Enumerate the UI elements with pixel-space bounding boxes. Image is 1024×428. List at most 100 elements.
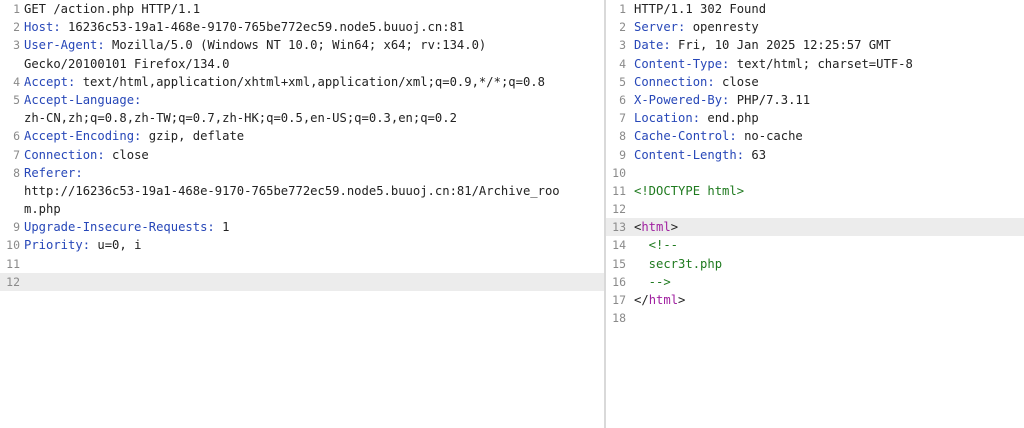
header-name: Date: [634,38,671,53]
header-name: Priority: [24,238,91,253]
line-content: Priority: u=0, i [24,236,598,254]
line-number: 7 [13,147,20,162]
line-number: 3 [619,38,626,53]
response-line[interactable]: 5 Connection: close [606,73,1024,91]
line-number: 12 [6,274,20,289]
line-number: 17 [612,293,626,307]
line-content: Connection: close [634,73,1018,91]
response-line[interactable]: 6 X-Powered-By: PHP/7.3.11 [606,91,1024,109]
line-content: GET /action.php HTTP/1.1 [24,0,598,18]
line-number: 3 [13,38,20,53]
line-number: 4 [13,74,20,89]
header-value: <!-- [634,238,679,253]
line-content: <html> [634,218,1018,236]
tag-bracket: </ [634,293,649,307]
request-line[interactable]: 5 Accept-Language: [0,91,604,109]
line-number: 6 [619,92,626,107]
request-line[interactable]: m.php [0,200,604,218]
request-line[interactable]: 8 Referer: [0,164,604,182]
request-line[interactable]: zh-CN,zh;q=0.8,zh-TW;q=0.7,zh-HK;q=0.5,e… [0,109,604,127]
header-value: 63 [744,147,767,162]
header-value: </html> [634,293,685,307]
request-line[interactable]: 3 User-Agent: Mozilla/5.0 (Windows NT 10.… [0,36,604,54]
request-line[interactable]: 9 Upgrade-Insecure-Requests: 1 [0,218,604,236]
request-editor[interactable]: 1 GET /action.php HTTP/1.1 2 Host: 16236c53… [0,0,604,428]
line-number: 2 [619,20,626,35]
header-value: text/html,application/xhtml+xml,applicat… [75,74,545,89]
response-line[interactable]: 13 <html> [606,218,1024,237]
request-line[interactable]: 12 [0,272,604,291]
response-line[interactable]: 11 <!DOCTYPE html> [606,182,1024,200]
request-line[interactable]: 7 Connection: close [0,146,604,164]
response-line[interactable]: 10 [606,164,1024,182]
header-name: Content-Length: [634,147,745,162]
header-value: secr3t.php [634,256,723,271]
header-value: zh-CN,zh;q=0.8,zh-TW;q=0.7,zh-HK;q=0.5,e… [24,111,457,126]
line-number: 18 [612,311,626,326]
response-line[interactable]: 16 --> [606,273,1024,291]
line-content: Connection: close [24,146,598,164]
response-line[interactable]: 15 secr3t.php [606,255,1024,273]
response-line[interactable]: 1 HTTP/1.1 302 Found [606,0,1024,18]
line-number: 8 [619,129,626,144]
request-line[interactable]: 1 GET /action.php HTTP/1.1 [0,0,604,18]
response-line[interactable]: 12 [606,200,1024,218]
header-value: <!DOCTYPE html> [634,183,745,198]
header-name: Accept-Language: [24,92,142,107]
header-name: Content-Type: [634,56,730,71]
line-number: 1 [619,2,626,16]
header-name: Location: [634,111,701,126]
line-content: Location: end.php [634,109,1018,127]
header-value: text/html; charset=UTF-8 [729,56,913,71]
line-content: X-Powered-By: PHP/7.3.11 [634,91,1018,109]
tag-name: html [641,220,671,235]
line-number: 9 [13,220,20,235]
line-content: Cache-Control: no-cache [634,127,1018,145]
header-name: Upgrade-Insecure-Requests: [24,220,215,235]
header-value: 16236c53-19a1-468e-9170-765be772ec59.nod… [60,20,465,35]
response-line[interactable]: 18 [606,309,1024,327]
request-line[interactable]: 11 [0,255,604,273]
http-viewer: 1 GET /action.php HTTP/1.1 2 Host: 16236c53… [0,0,1024,428]
request-line[interactable]: 10 Priority: u=0, i [0,236,604,254]
line-content: Date: Fri, 10 Jan 2025 12:25:57 GMT [634,36,1018,54]
line-content: http://16236c53-19a1-468e-9170-765be772e… [24,182,598,200]
line-number: 5 [13,92,20,107]
line-content: Host: 16236c53-19a1-468e-9170-765be772ec… [24,18,598,36]
response-line[interactable]: 7 Location: end.php [606,109,1024,127]
request-line[interactable]: Gecko/20100101 Firefox/134.0 [0,55,604,73]
line-content: Gecko/20100101 Firefox/134.0 [24,55,598,73]
header-value: Mozilla/5.0 (Windows NT 10.0; Win64; x64… [104,38,487,53]
line-content: Upgrade-Insecure-Requests: 1 [24,218,598,236]
response-line[interactable]: 3 Date: Fri, 10 Jan 2025 12:25:57 GMT [606,36,1024,54]
request-line[interactable]: 4 Accept: text/html,application/xhtml+xml… [0,73,604,91]
line-content: zh-CN,zh;q=0.8,zh-TW;q=0.7,zh-HK;q=0.5,e… [24,109,598,127]
response-line[interactable]: 4 Content-Type: text/html; charset=UTF-8 [606,55,1024,73]
request-line[interactable]: http://16236c53-19a1-468e-9170-765be772e… [0,182,604,200]
response-line[interactable]: 9 Content-Length: 63 [606,146,1024,164]
response-line[interactable]: 14 <!-- [606,236,1024,254]
header-value: HTTP/1.1 302 Found [634,2,767,16]
response-line[interactable]: 17 </html> [606,291,1024,309]
header-value: no-cache [736,129,803,144]
header-value: end.php [700,111,759,126]
line-content: <!DOCTYPE html> [634,182,1018,200]
line-content: Accept-Encoding: gzip, deflate [24,127,598,145]
response-line[interactable]: 2 Server: openresty [606,18,1024,36]
line-content: Accept: text/html,application/xhtml+xml,… [24,73,598,91]
header-value: openresty [685,20,759,35]
line-content: Referer: [24,164,598,182]
response-line[interactable]: 8 Cache-Control: no-cache [606,127,1024,145]
tag-bracket: > [670,220,679,235]
line-content: m.php [24,200,598,218]
header-value: 1 [214,220,230,235]
request-line[interactable]: 6 Accept-Encoding: gzip, deflate [0,127,604,145]
header-name: Connection: [24,147,105,162]
line-number: 13 [612,220,626,235]
response-viewer[interactable]: 1 HTTP/1.1 302 Found 2 Server: openresty 3 Da… [606,0,1024,428]
header-value: m.php [24,202,61,217]
request-line[interactable]: 2 Host: 16236c53-19a1-468e-9170-765be772e… [0,18,604,36]
line-content: HTTP/1.1 302 Found [634,0,1018,18]
header-value: http://16236c53-19a1-468e-9170-765be772e… [24,183,560,198]
line-content: Content-Type: text/html; charset=UTF-8 [634,55,1018,73]
